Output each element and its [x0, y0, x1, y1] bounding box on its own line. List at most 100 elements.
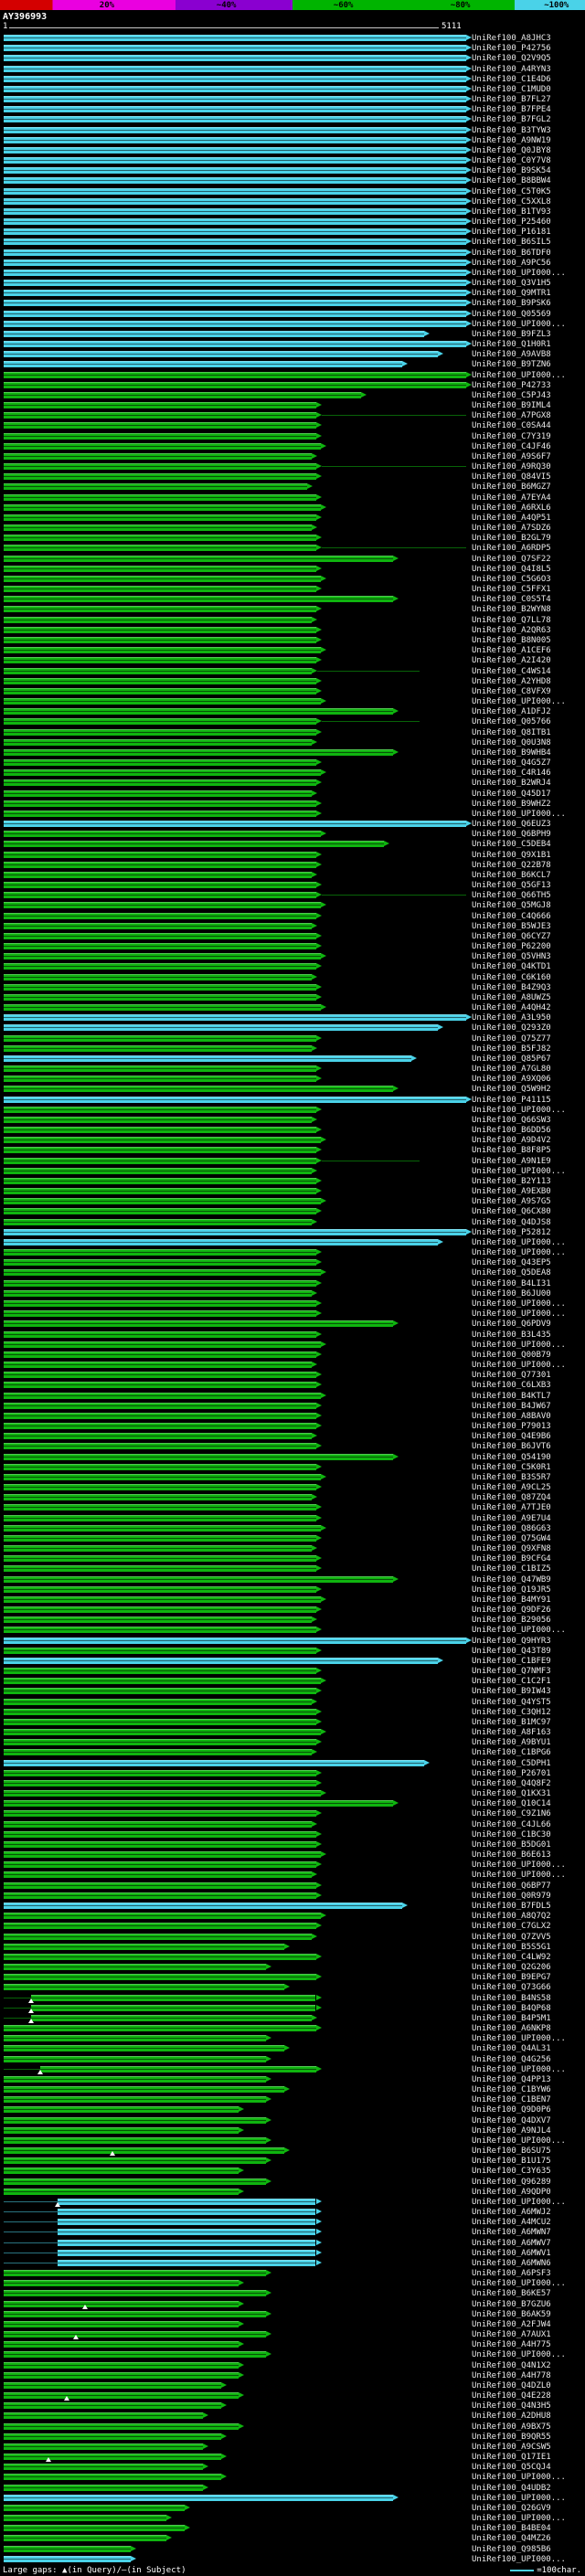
- hit-bar[interactable]: [4, 1024, 438, 1031]
- hit-label[interactable]: UniRef100_Q75GW4: [472, 1535, 551, 1543]
- hit-label[interactable]: UniRef100_Q1KX31: [472, 1790, 551, 1798]
- hit-bar[interactable]: [4, 1688, 316, 1694]
- hit-label[interactable]: UniRef100_P26701: [472, 1770, 551, 1778]
- hit-label[interactable]: UniRef100_C0Y7V8: [472, 157, 551, 165]
- alignment-row[interactable]: UniRef100_C1BFE9: [0, 1656, 585, 1666]
- hit-bar[interactable]: [4, 1443, 316, 1449]
- hit-bar[interactable]: [4, 1545, 312, 1552]
- alignment-row[interactable]: UniRef100_C4Q666: [0, 911, 585, 921]
- hit-label[interactable]: UniRef100_A9NJL4: [472, 2127, 551, 2136]
- hit-label[interactable]: UniRef100_Q43EP5: [472, 1259, 551, 1267]
- hit-label[interactable]: UniRef100_B4P5M1: [472, 2015, 551, 2023]
- hit-label[interactable]: UniRef100_A7EYA4: [472, 494, 551, 503]
- hit-label[interactable]: UniRef100_C7Y319: [472, 433, 551, 441]
- hit-bar[interactable]: [4, 852, 316, 858]
- hit-label[interactable]: UniRef100_B6TDF0: [472, 249, 551, 258]
- hit-label[interactable]: UniRef100_A6MWN7: [472, 2229, 551, 2237]
- hit-label[interactable]: UniRef100_C7GLX2: [472, 1923, 551, 1931]
- hit-label[interactable]: UniRef100_Q84VI5: [472, 473, 551, 482]
- alignment-row[interactable]: UniRef100_A9AVB8: [0, 349, 585, 359]
- hit-label[interactable]: UniRef100_C3Y635: [472, 2168, 551, 2176]
- hit-bar[interactable]: [58, 2209, 315, 2215]
- alignment-row[interactable]: UniRef100_Q9HYR3: [0, 1636, 585, 1646]
- alignment-row[interactable]: UniRef100_B3TYW3: [0, 125, 585, 135]
- hit-label[interactable]: UniRef100_Q6BPH9: [472, 831, 551, 839]
- hit-label[interactable]: UniRef100_A6MWN6: [472, 2260, 551, 2268]
- hit-label[interactable]: UniRef100_C5K0R1: [472, 1464, 551, 1472]
- alignment-row[interactable]: UniRef100_C6K160: [0, 972, 585, 982]
- hit-bar[interactable]: [4, 2045, 284, 2051]
- alignment-row[interactable]: UniRef100_A6RDP5: [0, 543, 585, 553]
- alignment-row[interactable]: UniRef100_Q4YST5: [0, 1697, 585, 1707]
- alignment-row[interactable]: UniRef100_UPI000...: [0, 1309, 585, 1319]
- hit-label[interactable]: UniRef100_Q19JR5: [472, 1586, 551, 1595]
- hit-bar[interactable]: [4, 1709, 316, 1715]
- hit-label[interactable]: UniRef100_UPI000...: [472, 2066, 566, 2074]
- hit-label[interactable]: UniRef100_A8BAV0: [472, 1413, 551, 1421]
- hit-label[interactable]: UniRef100_A4QP51: [472, 514, 551, 523]
- hit-label[interactable]: UniRef100_A7TJE0: [472, 1504, 551, 1512]
- alignment-row[interactable]: UniRef100_A9PC56: [0, 258, 585, 268]
- hit-label[interactable]: UniRef100_Q5GF13: [472, 882, 551, 890]
- hit-label[interactable]: UniRef100_A4MCU2: [472, 2219, 551, 2227]
- hit-bar[interactable]: [4, 2147, 284, 2154]
- alignment-row[interactable]: UniRef100_UPI000...: [0, 1299, 585, 1309]
- hit-bar[interactable]: [4, 1290, 312, 1297]
- alignment-row[interactable]: UniRef100_UPI000...: [0, 2513, 585, 2523]
- hit-bar[interactable]: [4, 76, 466, 82]
- hit-label[interactable]: UniRef100_C5DPH1: [472, 1760, 551, 1768]
- hit-bar[interactable]: [4, 382, 466, 388]
- hit-bar[interactable]: [4, 1403, 316, 1409]
- alignment-row[interactable]: UniRef100_P26701: [0, 1768, 585, 1778]
- hit-label[interactable]: UniRef100_Q5VHN3: [472, 953, 551, 961]
- alignment-row[interactable]: UniRef100_UPI000...: [0, 1105, 585, 1115]
- alignment-row[interactable]: UniRef100_Q6BP77: [0, 1881, 585, 1891]
- hit-bar[interactable]: [4, 96, 466, 102]
- hit-label[interactable]: UniRef100_Q9MTR1: [472, 290, 551, 298]
- hit-bar[interactable]: [4, 1861, 316, 1868]
- alignment-row[interactable]: UniRef100_A9NJL4: [0, 2125, 585, 2136]
- hit-label[interactable]: UniRef100_B6JU00: [472, 1290, 551, 1299]
- hit-label[interactable]: UniRef100_A6RXL6: [472, 504, 551, 513]
- hit-bar[interactable]: [4, 2117, 266, 2124]
- hit-bar[interactable]: [4, 913, 316, 919]
- hit-bar[interactable]: [4, 2556, 131, 2562]
- hit-label[interactable]: UniRef100_A9D4V2: [472, 1137, 551, 1145]
- hit-label[interactable]: UniRef100_C4JF46: [472, 443, 551, 451]
- alignment-row[interactable]: UniRef100_Q4AL31: [0, 2043, 585, 2053]
- alignment-row[interactable]: UniRef100_Q3V1H5: [0, 278, 585, 288]
- hit-bar[interactable]: [4, 902, 321, 908]
- hit-bar[interactable]: [4, 1576, 393, 1583]
- hit-bar[interactable]: [4, 1974, 316, 1980]
- hit-label[interactable]: UniRef100_C5T0K5: [472, 188, 551, 196]
- hit-label[interactable]: UniRef100_C1BIZ5: [472, 1565, 551, 1574]
- alignment-row[interactable]: UniRef100_Q8ITB1: [0, 727, 585, 737]
- hit-bar[interactable]: [40, 2066, 316, 2072]
- alignment-row[interactable]: UniRef100_B9SK54: [0, 165, 585, 175]
- alignment-row[interactable]: UniRef100_C4WS14: [0, 666, 585, 676]
- hit-label[interactable]: UniRef100_A1CEF6: [472, 647, 551, 655]
- hit-bar[interactable]: [4, 1300, 316, 1307]
- hit-bar[interactable]: [4, 1137, 321, 1143]
- hit-bar[interactable]: [4, 249, 466, 256]
- hit-bar[interactable]: [4, 749, 393, 756]
- hit-label[interactable]: UniRef100_A6PSF3: [472, 2270, 551, 2278]
- hit-label[interactable]: UniRef100_B7FL27: [472, 96, 551, 104]
- alignment-row[interactable]: UniRef100_Q7ZVV5: [0, 1932, 585, 1942]
- hit-label[interactable]: UniRef100_B6SIL5: [472, 239, 551, 247]
- alignment-row[interactable]: UniRef100_B4JW67: [0, 1401, 585, 1411]
- hit-label[interactable]: UniRef100_UPI000...: [472, 1310, 566, 1319]
- hit-bar[interactable]: [4, 678, 316, 684]
- alignment-row[interactable]: UniRef100_B9WHB4: [0, 747, 585, 758]
- alignment-row[interactable]: UniRef100_UPI000...: [0, 1340, 585, 1350]
- hit-label[interactable]: UniRef100_C1BFE9: [472, 1658, 551, 1666]
- alignment-row[interactable]: UniRef100_Q75GW4: [0, 1533, 585, 1543]
- alignment-row[interactable]: UniRef100_C1BC30: [0, 1829, 585, 1839]
- alignment-row[interactable]: UniRef100_A9RQ30: [0, 461, 585, 472]
- alignment-row[interactable]: UniRef100_A9BX75: [0, 2422, 585, 2432]
- hit-label[interactable]: UniRef100_Q7LL78: [472, 617, 551, 625]
- alignment-row[interactable]: UniRef100_C1BPG6: [0, 1747, 585, 1757]
- hit-label[interactable]: UniRef100_UPI000...: [472, 2035, 566, 2043]
- hit-bar[interactable]: [4, 1555, 316, 1562]
- alignment-row[interactable]: UniRef100_UPI000...: [0, 2554, 585, 2564]
